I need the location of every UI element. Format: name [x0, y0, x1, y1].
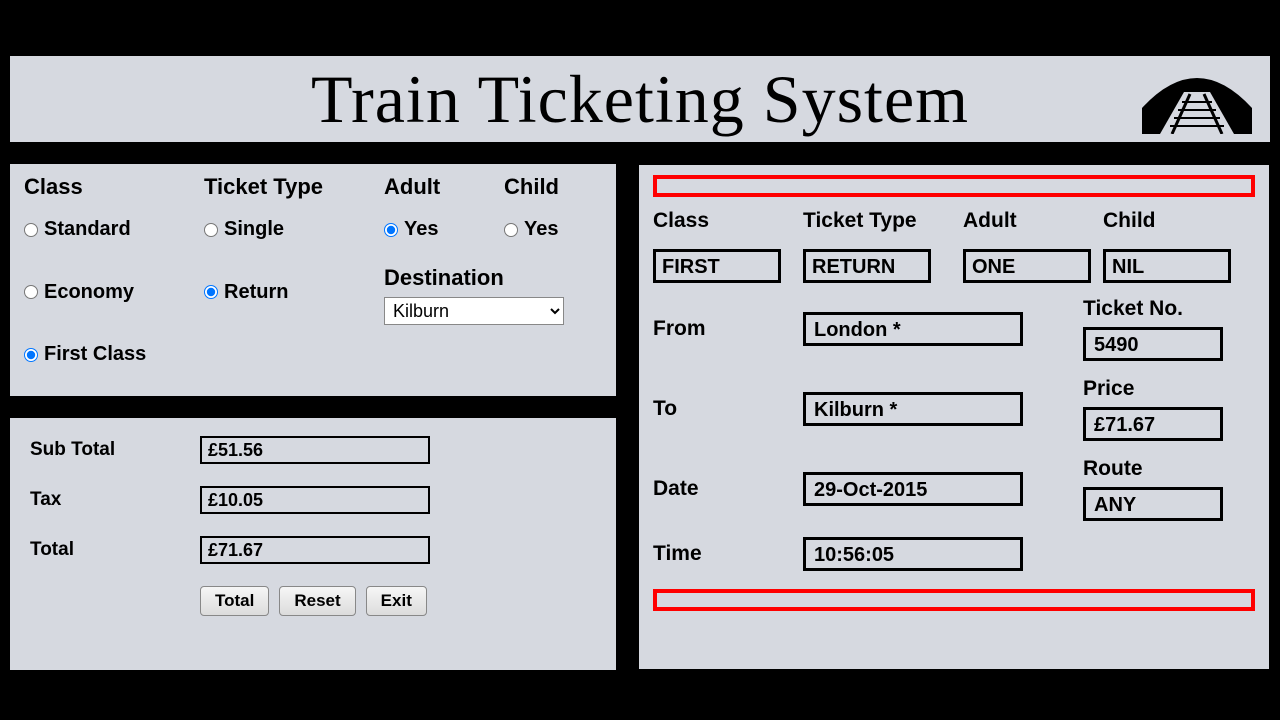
- radio-label: Return: [224, 281, 288, 304]
- date-value: 29-Oct-2015: [803, 472, 1023, 506]
- total-button[interactable]: Total: [200, 586, 269, 616]
- radio-label: Yes: [404, 218, 438, 241]
- exit-button[interactable]: Exit: [366, 586, 427, 616]
- radio-class-first[interactable]: First Class: [24, 343, 204, 366]
- ticket-header-tickettype: Ticket Type: [803, 209, 963, 233]
- ticketno-label: Ticket No.: [1083, 297, 1253, 321]
- total-label: Total: [30, 539, 200, 561]
- options-panel: Class Ticket Type Adult Child Standard S…: [8, 162, 618, 398]
- subtotal-label: Sub Total: [30, 439, 200, 461]
- destination-label: Destination: [384, 265, 624, 291]
- radio-label: Economy: [44, 281, 134, 304]
- radio-class-economy[interactable]: Economy: [24, 259, 204, 325]
- radio-tickettype-return[interactable]: Return: [204, 259, 384, 325]
- ticket-panel: Class Ticket Type Adult Child FIRST RETU…: [636, 162, 1272, 672]
- train-tunnel-icon: [1142, 68, 1252, 134]
- ticketno-value: 5490: [1083, 327, 1223, 361]
- subtotal-value: £51.56: [200, 436, 430, 464]
- radio-label: Yes: [524, 218, 558, 241]
- ticket-child-value: NIL: [1103, 249, 1231, 283]
- ticket-type-heading: Ticket Type: [204, 174, 384, 200]
- price-label: Price: [1083, 377, 1253, 401]
- tax-label: Tax: [30, 489, 200, 511]
- radio-child-yes[interactable]: Yes: [504, 218, 624, 241]
- date-label: Date: [653, 477, 803, 501]
- ticket-class-value: FIRST: [653, 249, 781, 283]
- class-heading: Class: [24, 174, 204, 200]
- route-value: ANY: [1083, 487, 1223, 521]
- tax-value: £10.05: [200, 486, 430, 514]
- radio-tickettype-single[interactable]: Single: [204, 218, 384, 241]
- ticket-header-adult: Adult: [963, 209, 1103, 233]
- ticket-top-bar: [653, 175, 1255, 197]
- totals-panel: Sub Total £51.56 Tax £10.05 Total £71.67…: [8, 416, 618, 672]
- radio-label: Single: [224, 218, 284, 241]
- total-value: £71.67: [200, 536, 430, 564]
- app-title: Train Ticketing System: [311, 60, 969, 139]
- price-value: £71.67: [1083, 407, 1223, 441]
- radio-class-standard[interactable]: Standard: [24, 218, 204, 241]
- ticket-adult-value: ONE: [963, 249, 1091, 283]
- to-value: Kilburn *: [803, 392, 1023, 426]
- from-value: London *: [803, 312, 1023, 346]
- reset-button[interactable]: Reset: [279, 586, 355, 616]
- radio-label: First Class: [44, 343, 146, 366]
- time-label: Time: [653, 542, 803, 566]
- from-label: From: [653, 317, 803, 341]
- destination-select[interactable]: Kilburn: [384, 297, 564, 325]
- ticket-tickettype-value: RETURN: [803, 249, 931, 283]
- radio-adult-yes[interactable]: Yes: [384, 218, 504, 241]
- child-heading: Child: [504, 174, 624, 200]
- route-label: Route: [1083, 457, 1253, 481]
- to-label: To: [653, 397, 803, 421]
- app-header: Train Ticketing System: [8, 54, 1272, 144]
- radio-label: Standard: [44, 218, 131, 241]
- time-value: 10:56:05: [803, 537, 1023, 571]
- ticket-bottom-bar: [653, 589, 1255, 611]
- ticket-header-child: Child: [1103, 209, 1243, 233]
- adult-heading: Adult: [384, 174, 504, 200]
- ticket-header-class: Class: [653, 209, 803, 233]
